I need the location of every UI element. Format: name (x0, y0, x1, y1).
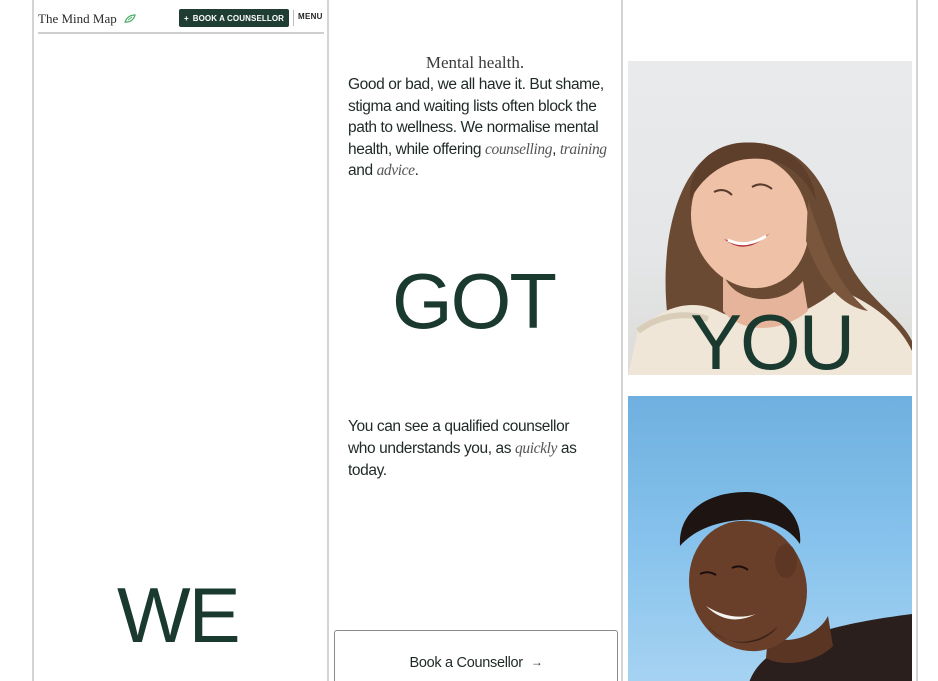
plus-icon: + (183, 13, 189, 23)
counselling-link[interactable]: counselling (485, 141, 552, 158)
cta-label: Book a Counsellor (409, 655, 523, 671)
hero-word-you: YOU (690, 298, 855, 386)
counsellor-paragraph: You can see a qualified counsellor who u… (348, 416, 598, 482)
hero-word-we: WE (117, 571, 241, 659)
hero-word-got: GOT (392, 257, 557, 345)
book-counsellor-label: BOOK A COUNSELLOR (192, 13, 285, 23)
separator: and (348, 162, 377, 179)
section-title: Mental health. (425, 53, 525, 72)
column-divider (621, 0, 623, 681)
quickly-emphasis: quickly (515, 440, 557, 457)
separator: , (552, 140, 560, 158)
column-divider (32, 0, 34, 681)
site-logo[interactable]: The Mind Map (38, 11, 137, 27)
period: . (414, 162, 419, 179)
training-link[interactable]: training (560, 141, 607, 158)
man-smiling-photo (628, 396, 912, 681)
arrow-right-icon: → (530, 655, 543, 669)
intro-paragraph: Good or bad, we all have it. But shame, … (348, 74, 610, 182)
column-divider (327, 0, 329, 681)
site-header: The Mind Map + BOOK A COUNSELLOR MENU (38, 8, 324, 34)
menu-button[interactable]: MENU (298, 12, 323, 21)
man-illustration (679, 492, 912, 681)
menu-divider (293, 10, 294, 26)
book-counsellor-cta[interactable]: Book a Counsellor → (334, 630, 618, 681)
book-counsellor-button[interactable]: + BOOK A COUNSELLOR (179, 9, 289, 27)
logo-text: The Mind Map (38, 11, 117, 26)
advice-link[interactable]: advice (377, 162, 415, 179)
column-divider (916, 0, 918, 681)
leaf-icon (124, 14, 136, 24)
